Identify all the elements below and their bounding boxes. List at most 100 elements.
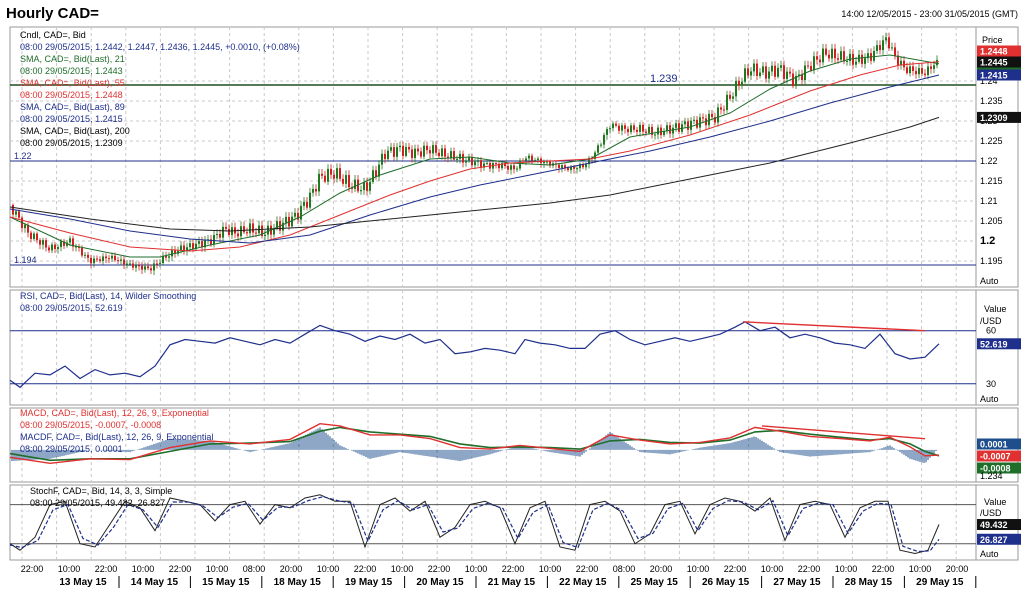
candle-body — [366, 182, 368, 191]
x-hour-label: 22:00 — [872, 564, 895, 574]
price-tick-label: 1.195 — [980, 256, 1003, 266]
candle-body — [294, 212, 296, 217]
candle-body — [402, 145, 404, 156]
candle-body — [747, 68, 749, 76]
candle-body — [198, 241, 200, 244]
candle-body — [30, 232, 32, 239]
candle-body — [285, 216, 287, 223]
candle-body — [225, 226, 227, 229]
candle-body — [789, 71, 791, 74]
candle-body — [318, 173, 320, 192]
candle-body — [444, 148, 446, 157]
candle-body — [849, 53, 851, 62]
x-hour-label: 20:00 — [946, 564, 969, 574]
candle-body — [264, 234, 266, 237]
candle-body — [54, 244, 56, 250]
candle-body — [585, 164, 587, 168]
candle-body — [921, 68, 923, 74]
candle-body — [645, 131, 647, 133]
x-hour-label: 10:00 — [58, 564, 81, 574]
macd-legend-line: 08:00 29/05/2015, -0.0007, -0.0008 — [20, 420, 161, 430]
x-hour-label: 10:00 — [909, 564, 932, 574]
price-tick-label: 1.2 — [980, 235, 995, 247]
candle-body — [759, 72, 761, 76]
candle-body — [24, 224, 26, 229]
level-label-1194: 1.194 — [14, 255, 37, 265]
macd-tag: 0.0001 — [980, 440, 1008, 450]
candle-body — [918, 68, 920, 75]
stoch-legend-line: 08:00 29/05/2015, 49.432, 26.827 — [30, 498, 165, 508]
candle-body — [900, 60, 902, 65]
candle-body — [669, 125, 671, 134]
candle-body — [537, 158, 539, 160]
candle-body — [156, 263, 158, 265]
candle-body — [732, 96, 734, 99]
price-tick-label: 1.21 — [980, 196, 998, 206]
candle-body — [735, 80, 737, 97]
candle-body — [825, 48, 827, 55]
candle-body — [915, 71, 917, 75]
candle-body — [516, 168, 518, 170]
macd-scale-label: 1.234 — [980, 471, 1003, 481]
candle-body — [771, 65, 773, 72]
chart-canvas: Hourly CAD= 14:00 12/05/2015 - 23:00 31/… — [0, 0, 1024, 603]
candle-body — [630, 125, 632, 133]
candle-body — [633, 125, 635, 130]
candle-body — [291, 216, 293, 227]
candle-body — [627, 128, 629, 133]
candle-body — [612, 123, 614, 129]
x-hour-label: 22:00 — [354, 564, 377, 574]
candle-body — [936, 59, 938, 66]
stoch-auto-label: Auto — [980, 549, 999, 559]
candle-body — [744, 68, 746, 82]
candle-body — [387, 150, 389, 160]
candle-body — [615, 123, 617, 126]
candle-body — [807, 65, 809, 67]
candle-body — [708, 113, 710, 126]
candle-body — [336, 168, 338, 179]
candle-body — [567, 167, 569, 171]
price-legend-line: 08:00 29/05/2015, 1.2415 — [20, 114, 123, 124]
candle-body — [723, 109, 725, 111]
rsi-legend-line: RSI, CAD=, Bid(Last), 14, Wilder Smoothi… — [20, 291, 196, 301]
candle-body — [750, 71, 752, 76]
price-tag: 1.2445 — [980, 58, 1008, 68]
candle-body — [792, 73, 794, 87]
candle-body — [780, 65, 782, 68]
candle-body — [324, 175, 326, 182]
candle-body — [834, 48, 836, 59]
candle-body — [777, 67, 779, 77]
candle-body — [105, 256, 107, 259]
candle-body — [720, 107, 722, 110]
candle-body — [648, 126, 650, 133]
candle-body — [120, 259, 122, 261]
candle-body — [369, 181, 371, 191]
x-hour-label: 10:00 — [132, 564, 155, 574]
x-hour-label: 10:00 — [761, 564, 784, 574]
candle-body — [702, 117, 704, 119]
candle-body — [300, 205, 302, 220]
candle-body — [654, 134, 656, 136]
candle-body — [687, 121, 689, 130]
candle-body — [390, 147, 392, 151]
candle-body — [621, 125, 623, 131]
candle-body — [363, 182, 365, 191]
x-hour-label: 08:00 — [613, 564, 636, 574]
candle-body — [237, 233, 239, 237]
level-label-1239: 1.239 — [650, 73, 678, 85]
candle-body — [132, 263, 134, 268]
candle-body — [624, 125, 626, 129]
candle-body — [348, 175, 350, 188]
candle-body — [219, 233, 221, 238]
candle-body — [243, 226, 245, 233]
candle-body — [690, 120, 692, 130]
candle-body — [159, 262, 161, 264]
candle-body — [864, 58, 866, 64]
candle-body — [576, 168, 578, 170]
x-day-label: 18 May 15 — [274, 577, 322, 588]
stoch-legend-line: StochF, CAD=, Bid, 14, 3, 3, Simple — [30, 486, 172, 496]
candle-body — [909, 66, 911, 74]
candle-body — [711, 113, 713, 118]
price-tick-label: 1.205 — [980, 216, 1003, 226]
candle-body — [717, 107, 719, 123]
